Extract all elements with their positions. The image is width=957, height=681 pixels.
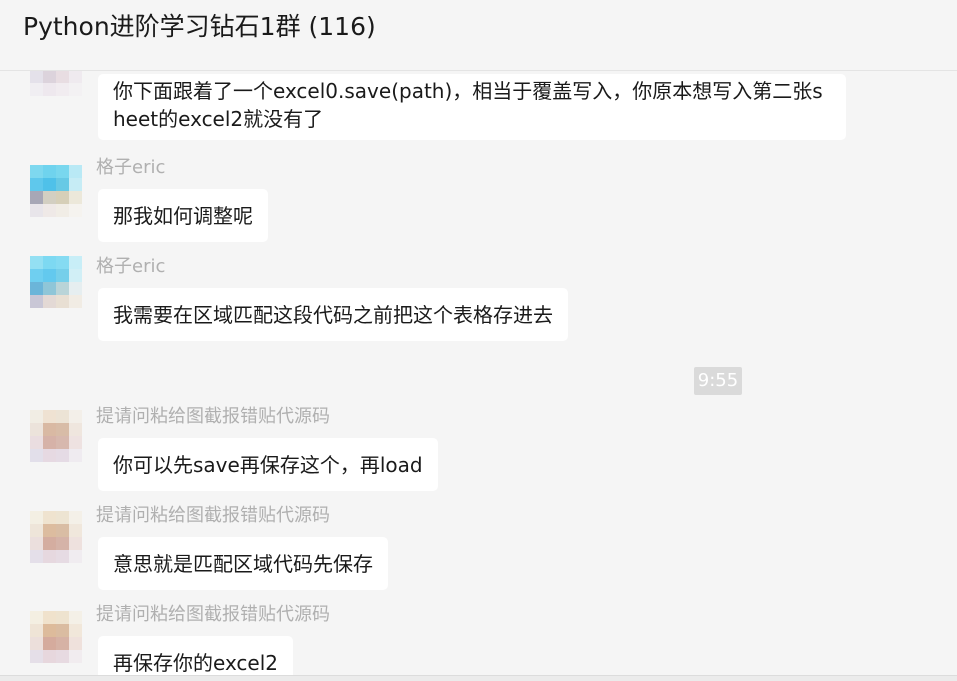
avatar[interactable] bbox=[30, 71, 82, 109]
message-list[interactable]: 你下面跟着了一个excel0.save(path)，相当于覆盖写入，你原本想写入… bbox=[0, 71, 957, 681]
input-area-divider bbox=[0, 675, 957, 681]
message-text: 我需要在区域匹配这段代码之前把这个表格存进去 bbox=[113, 303, 553, 327]
group-title: Python进阶学习钻石1群 (116) bbox=[23, 12, 376, 41]
message-bubble[interactable]: 意思就是匹配区域代码先保存 bbox=[98, 537, 388, 590]
message-text: 意思就是匹配区域代码先保存 bbox=[113, 552, 373, 576]
chat-header: Python进阶学习钻石1群 (116) bbox=[0, 0, 957, 71]
avatar[interactable] bbox=[30, 410, 82, 462]
message-text: 那我如何调整呢 bbox=[113, 204, 253, 228]
sender-name: 格子eric bbox=[96, 157, 166, 178]
message-text: 你下面跟着了一个excel0.save(path)，相当于覆盖写入，你原本想写入… bbox=[113, 79, 823, 131]
avatar[interactable] bbox=[30, 611, 82, 663]
message-text: 再保存你的excel2 bbox=[113, 651, 279, 675]
message-bubble[interactable]: 你可以先save再保存这个，再load bbox=[98, 438, 438, 491]
sender-name: 格子eric bbox=[96, 256, 166, 277]
sender-name: 提请问粘给图截报错贴代源码 bbox=[96, 505, 330, 526]
message-bubble[interactable]: 那我如何调整呢 bbox=[98, 189, 268, 242]
message-text: 你可以先save再保存这个，再load bbox=[113, 453, 423, 477]
time-badge: 9:55 bbox=[694, 367, 742, 395]
message-bubble[interactable]: 我需要在区域匹配这段代码之前把这个表格存进去 bbox=[98, 288, 568, 341]
sender-name: 提请问粘给图截报错贴代源码 bbox=[96, 604, 330, 625]
sender-name: 提请问粘给图截报错贴代源码 bbox=[96, 406, 330, 427]
message-bubble[interactable]: 你下面跟着了一个excel0.save(path)，相当于覆盖写入，你原本想写入… bbox=[98, 74, 846, 140]
chat-window: Python进阶学习钻石1群 (116) 你下面跟着了一个excel0.save… bbox=[0, 0, 957, 681]
avatar[interactable] bbox=[30, 256, 82, 308]
avatar[interactable] bbox=[30, 165, 82, 217]
avatar[interactable] bbox=[30, 511, 82, 563]
